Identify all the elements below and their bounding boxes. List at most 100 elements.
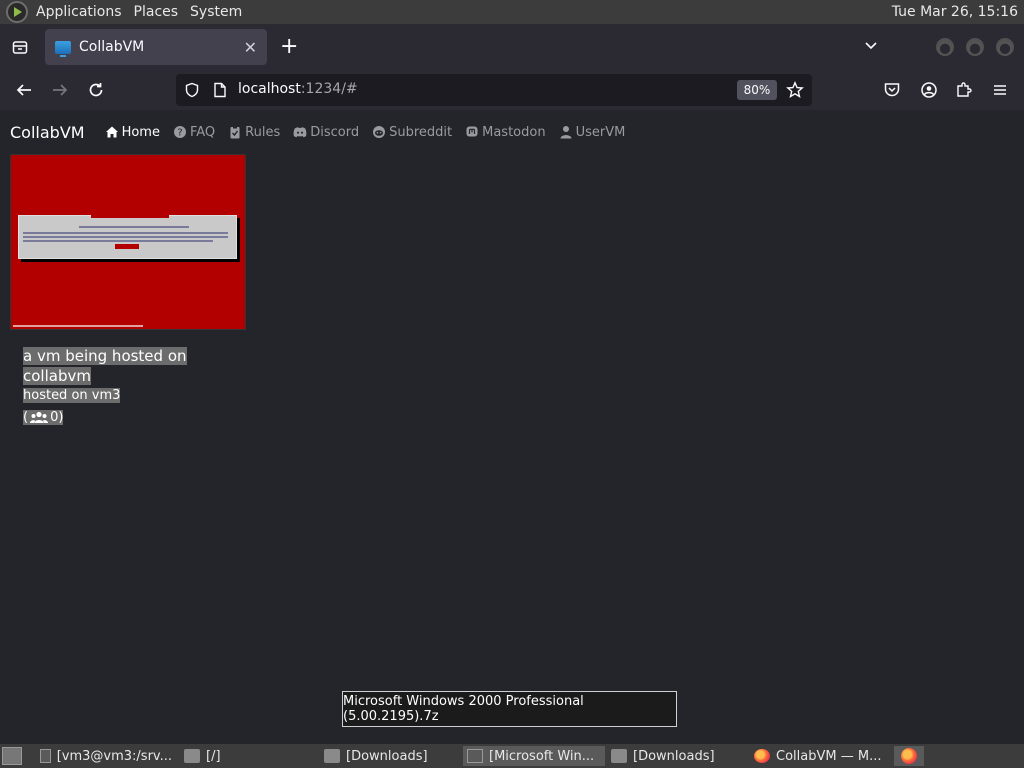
nav-home-label: Home (121, 124, 160, 140)
taskbar-item-terminal[interactable]: [vm3@vm3:/srv... (36, 746, 176, 766)
mastodon-icon (466, 126, 478, 137)
new-tab-button[interactable]: + (280, 36, 298, 58)
nav-home[interactable]: Home (105, 125, 160, 140)
folder-icon (611, 749, 627, 763)
back-arrow-icon (16, 84, 31, 96)
maximize-button[interactable] (966, 38, 984, 56)
taskbar-item-firefox[interactable]: CollabVM — M... (750, 746, 890, 766)
tab-title: CollabVM (79, 39, 145, 55)
forward-button[interactable] (48, 78, 72, 102)
nav-faq[interactable]: ? FAQ (173, 125, 215, 140)
account-icon (921, 82, 937, 98)
nav-mastodon[interactable]: Mastodon (465, 124, 546, 140)
vm-title-line-2: collabvm (23, 367, 91, 385)
applications-logo-icon[interactable] (6, 1, 28, 23)
show-desktop-button[interactable] (2, 747, 22, 765)
thumbnail-installer-dialog (18, 214, 237, 259)
tab-collabvm[interactable]: CollabVM ✕ (45, 29, 267, 65)
vm-card[interactable]: a vm being hosted on collabvm hosted on … (10, 154, 246, 425)
reload-button[interactable] (84, 78, 108, 102)
thumbnail-dialog-line (23, 240, 213, 242)
page-content: CollabVM Home ? FAQ Rules Discord Subred… (0, 110, 1024, 744)
url-path: :1234/# (300, 81, 358, 97)
nav-bar: localhost:1234/# 80% (0, 70, 1024, 110)
taskbar-item-label: CollabVM — M... (776, 748, 882, 764)
nav-faq-label: FAQ (189, 124, 216, 140)
puzzle-icon (957, 82, 972, 97)
forward-arrow-icon (53, 84, 68, 96)
taskbar-item-downloads-2[interactable]: [Downloads] (607, 746, 742, 766)
nav-uservm-label: UserVM (575, 124, 626, 140)
minimize-button[interactable] (936, 38, 954, 56)
archive-manager-icon (467, 749, 483, 763)
tab-overview-button[interactable] (0, 24, 40, 70)
nav-subreddit[interactable]: Subreddit (372, 125, 452, 140)
taskbar-item-root-folder[interactable]: [/] (180, 746, 310, 766)
tray-firefox-launcher[interactable] (894, 746, 924, 766)
close-tab-icon[interactable]: ✕ (244, 38, 257, 57)
user-count-value: 0) (50, 410, 64, 425)
list-all-tabs-chevron-icon[interactable] (864, 38, 878, 57)
panel-clock[interactable]: Tue Mar 26, 15:16 (892, 4, 1024, 20)
clipboard-icon (230, 126, 240, 139)
vm-user-count: ( 0) (23, 410, 64, 425)
applications-menu[interactable]: Applications (30, 0, 128, 24)
reload-icon (89, 83, 103, 97)
nav-rules-label: Rules (245, 124, 281, 140)
site-brand[interactable]: CollabVM (10, 123, 85, 142)
firefox-icon (754, 749, 770, 763)
shield-icon[interactable] (184, 82, 200, 102)
vm-title: a vm being hosted on collabvm (23, 346, 246, 386)
nav-discord-label: Discord (310, 124, 360, 140)
nav-rules[interactable]: Rules (228, 125, 280, 140)
taskbar-item-label: [Downloads] (633, 748, 715, 764)
nav-mastodon-label: Mastodon (482, 124, 546, 140)
user-icon (560, 126, 572, 139)
zoom-badge[interactable]: 80% (737, 80, 777, 100)
taskbar-tooltip: Microsoft Windows 2000 Professional (5.0… (342, 691, 677, 727)
taskbar-item-downloads[interactable]: [Downloads] (320, 746, 455, 766)
vm-thumbnail[interactable] (10, 154, 246, 330)
thumbnail-dialog-line (79, 226, 189, 228)
taskbar-item-windows-archive[interactable]: [Microsoft Win... (463, 746, 605, 766)
extensions-button[interactable] (952, 78, 976, 102)
taskbar-item-label: [vm3@vm3:/srv... (56, 748, 172, 764)
url-text[interactable]: localhost:1234/# (238, 81, 358, 97)
panel-menu: Applications Places System (30, 0, 248, 24)
taskbar-item-label: [/] (206, 748, 221, 764)
thumbnail-status-line (13, 325, 143, 327)
nav-uservm[interactable]: UserVM (559, 124, 626, 140)
monitor-favicon-icon (55, 40, 71, 57)
top-panel: Applications Places System Tue Mar 26, 1… (0, 0, 1024, 24)
vm-caption: a vm being hosted on collabvm hosted on … (23, 346, 246, 425)
bookmark-star-icon[interactable] (786, 81, 804, 103)
thumbnail-dialog-line (23, 236, 228, 238)
question-icon: ? (173, 126, 186, 139)
window-controls (936, 38, 1014, 56)
nav-subreddit-label: Subreddit (389, 124, 453, 140)
discord-icon (293, 127, 307, 138)
folder-icon (184, 749, 200, 763)
thumbnail-dialog-line (23, 232, 228, 234)
thumbnail-dialog-button (115, 244, 139, 249)
taskbar-item-label: [Microsoft Win... (489, 748, 595, 764)
url-host: localhost (238, 81, 301, 97)
places-menu[interactable]: Places (128, 0, 185, 24)
folder-icon (324, 749, 340, 763)
url-bar[interactable]: localhost:1234/# 80% (176, 74, 812, 106)
user-count-paren: ( (23, 410, 29, 425)
pocket-button[interactable] (880, 78, 904, 102)
vm-host-text: hosted on vm3 (23, 388, 121, 403)
page-icon[interactable] (213, 82, 227, 102)
vm-host: hosted on vm3 (23, 386, 246, 406)
terminal-icon (40, 749, 51, 763)
back-button[interactable] (12, 78, 36, 102)
hamburger-icon (994, 85, 1006, 95)
firefox-view-icon (12, 41, 28, 54)
system-menu[interactable]: System (184, 0, 248, 24)
close-window-button[interactable] (996, 38, 1014, 56)
menu-button[interactable] (988, 78, 1012, 102)
nav-discord[interactable]: Discord (293, 125, 359, 140)
account-button[interactable] (917, 78, 941, 102)
taskbar-item-label: [Downloads] (346, 748, 428, 764)
